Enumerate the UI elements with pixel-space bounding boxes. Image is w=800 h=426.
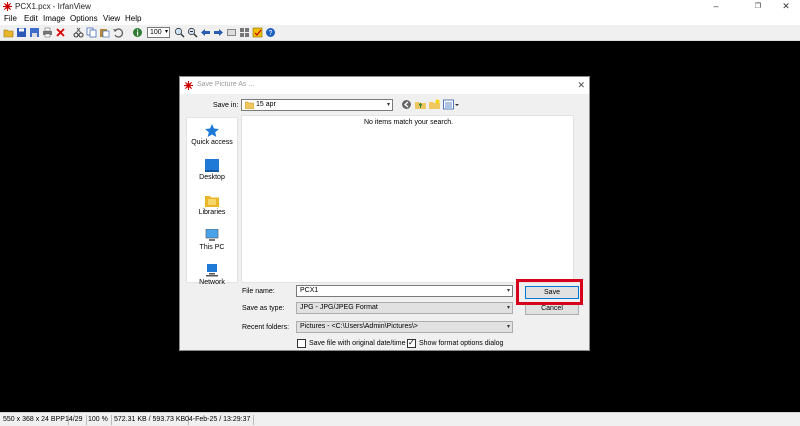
empty-message: No items match your search. (363, 119, 454, 126)
chevron-down-icon: ▾ (164, 29, 168, 35)
dialog-close-button[interactable]: ✕ (577, 80, 585, 91)
restore-button[interactable]: ❐ (744, 0, 772, 13)
file-name-label: File name: (242, 288, 275, 295)
chevron-down-icon: ▾ (506, 324, 510, 330)
original-date-label: Save file with original date/time (309, 340, 406, 347)
places-bar: Quick access Desktop Libraries This PC N… (186, 117, 238, 286)
previous-icon[interactable] (200, 27, 211, 38)
computer-icon (205, 229, 219, 241)
svg-text:?: ? (269, 30, 273, 37)
network-icon (206, 264, 218, 277)
up-folder-icon[interactable] (415, 99, 426, 110)
menu-help[interactable]: Help (125, 14, 141, 23)
place-label: Desktop (199, 174, 225, 181)
back-icon[interactable] (401, 99, 412, 110)
save-icon[interactable] (16, 27, 27, 38)
folder-icon (245, 101, 254, 109)
delete-icon[interactable] (55, 27, 66, 38)
dialog-title-bar: Save Picture As ... ✕ (180, 77, 589, 94)
save-as-icon[interactable] (29, 27, 40, 38)
menu-options[interactable]: Options (70, 14, 98, 23)
open-folder-icon[interactable] (3, 27, 14, 38)
save-as-type-label: Save as type: (242, 305, 285, 312)
star-icon (205, 124, 219, 137)
chevron-down-icon: ▾ (506, 305, 510, 311)
file-name-value: PCX1 (300, 287, 319, 294)
thumbnails-icon[interactable] (239, 27, 250, 38)
paint-icon[interactable] (252, 27, 263, 38)
save-in-combo[interactable]: 15 apr ▾ (241, 99, 393, 111)
format-options-checkbox[interactable] (407, 338, 416, 348)
place-libraries[interactable]: Libraries (187, 194, 237, 216)
save-button-highlight (516, 279, 583, 305)
status-size: 572.31 KB / 593.73 KB (111, 415, 190, 425)
status-zoom: 100 % (85, 415, 112, 425)
file-list[interactable]: No items match your search. (241, 115, 574, 283)
irfanview-logo-icon (3, 2, 12, 11)
toolbar: 100 ▾ ? (0, 25, 800, 41)
dialog-title: Save Picture As ... (197, 81, 255, 88)
zoom-select[interactable]: 100 ▾ (147, 27, 170, 38)
libraries-icon (205, 196, 219, 207)
file-name-input[interactable]: PCX1 ▾ (296, 285, 513, 297)
place-label: Quick access (191, 139, 233, 146)
place-network[interactable]: Network (187, 264, 237, 286)
next-icon[interactable] (213, 27, 224, 38)
new-folder-icon[interactable] (429, 99, 440, 110)
place-this-pc[interactable]: This PC (187, 229, 237, 251)
slideshow-icon[interactable] (226, 27, 237, 38)
zoom-value: 100 (150, 29, 162, 36)
cut-icon[interactable] (73, 27, 84, 38)
window-title: PCX1.pcx - IrfanView (15, 2, 91, 11)
paste-icon[interactable] (99, 27, 110, 38)
save-in-value: 15 apr (256, 101, 276, 108)
status-bar: 550 x 368 x 24 BPP 14/29 100 % 572.31 KB… (0, 412, 800, 426)
menu-image[interactable]: Image (43, 14, 65, 23)
settings-icon[interactable]: ? (265, 27, 276, 38)
status-index: 14/29 (62, 415, 87, 425)
title-bar: PCX1.pcx - IrfanView – ❐ ✕ (0, 0, 800, 13)
save-in-label: Save in: (213, 102, 239, 109)
format-options-label: Show format options dialog (419, 340, 504, 347)
menu-edit[interactable]: Edit (24, 14, 38, 23)
recent-folders-label: Recent folders: (242, 324, 290, 331)
undo-icon[interactable] (112, 27, 123, 38)
irfanview-logo-icon (184, 81, 193, 90)
status-dimensions: 550 x 368 x 24 BPP (0, 415, 69, 425)
print-icon[interactable] (42, 27, 53, 38)
copy-icon[interactable] (86, 27, 97, 38)
minimize-button[interactable]: – (702, 0, 730, 13)
place-desktop[interactable]: Desktop (187, 159, 237, 181)
save-as-type-select[interactable]: JPG - JPG/JPEG Format ▾ (296, 302, 513, 314)
chevron-down-icon: ▾ (506, 288, 510, 294)
chevron-down-icon: ▾ (386, 102, 390, 108)
desktop-icon (205, 159, 219, 172)
recent-folders-select[interactable]: Pictures - <C:\Users\Admin\Pictures\> ▾ (296, 321, 513, 333)
place-label: Network (199, 279, 225, 286)
menu-view[interactable]: View (103, 14, 120, 23)
menu-bar: File Edit Image Options View Help (0, 13, 800, 25)
zoom-in-icon[interactable] (174, 27, 185, 38)
save-as-type-value: JPG - JPG/JPEG Format (300, 304, 378, 311)
place-quick-access[interactable]: Quick access (187, 124, 237, 146)
menu-file[interactable]: File (4, 14, 17, 23)
recent-folders-value: Pictures - <C:\Users\Admin\Pictures\> (300, 323, 418, 330)
zoom-out-icon[interactable] (187, 27, 198, 38)
original-date-checkbox[interactable] (297, 339, 306, 348)
view-menu-icon[interactable] (443, 99, 459, 110)
info-icon[interactable] (132, 27, 143, 38)
close-button[interactable]: ✕ (772, 0, 800, 13)
place-label: Libraries (198, 209, 226, 216)
place-label: This PC (199, 244, 225, 251)
save-picture-dialog: Save Picture As ... ✕ Save in: 15 apr ▾ … (179, 76, 590, 351)
status-datetime: 04-Feb-25 / 13:29:37 (182, 415, 255, 425)
